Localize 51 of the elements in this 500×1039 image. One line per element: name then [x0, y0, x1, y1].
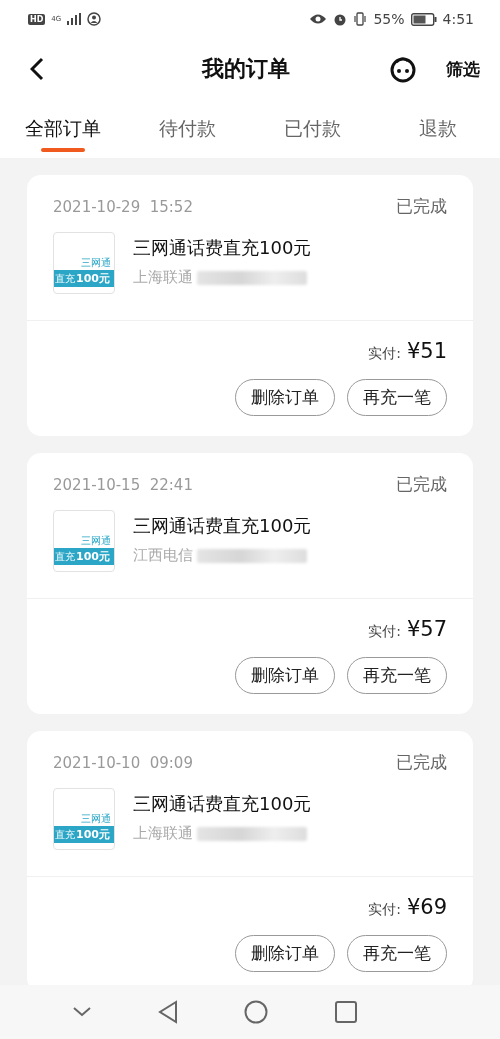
- alarm-icon: [333, 12, 348, 26]
- eye-icon: [309, 13, 328, 25]
- paid-amount: ¥57: [406, 617, 447, 641]
- carrier-label: 江西电信: [133, 546, 193, 565]
- order-tab[interactable]: 全部订单: [0, 100, 125, 158]
- order-date: 2021-10-15 22:41: [53, 475, 193, 494]
- person-icon: [87, 12, 102, 26]
- order-status: 已完成: [396, 195, 447, 218]
- thumbnail-title: 三网通: [80, 534, 112, 548]
- recharge-button[interactable]: 再充一笔: [347, 935, 447, 972]
- delete-order-button[interactable]: 删除订单: [235, 657, 335, 694]
- paid-amount: ¥51: [406, 339, 447, 363]
- paid-label: 实付:: [368, 345, 401, 363]
- home-circle-icon[interactable]: [244, 1000, 269, 1024]
- battery-icon: [410, 12, 437, 26]
- product-name: 三网通话费直充100元: [133, 236, 312, 260]
- order-status: 已完成: [396, 751, 447, 774]
- order-date: 2021-10-10 09:09: [53, 753, 193, 772]
- face-icon[interactable]: [388, 54, 418, 84]
- paid-label: 实付:: [368, 623, 401, 641]
- thumbnail-badge: 直充100元: [54, 270, 114, 287]
- thumbnail-badge: 直充100元: [54, 826, 114, 843]
- order-tab[interactable]: 已付款: [250, 100, 375, 158]
- order-tab[interactable]: 待付款: [125, 100, 250, 158]
- carrier-label: 上海联通: [133, 824, 193, 843]
- paid-amount: ¥69: [406, 895, 447, 919]
- clock: 4:51: [442, 11, 474, 27]
- recharge-button[interactable]: 再充一笔: [347, 379, 447, 416]
- battery-percent: 55%: [373, 11, 405, 27]
- paid-label: 实付:: [368, 901, 401, 919]
- thumbnail-title: 三网通: [80, 256, 112, 270]
- chevron-down-icon[interactable]: [73, 1007, 92, 1017]
- order-status: 已完成: [396, 473, 447, 496]
- order-date: 2021-10-29 15:52: [53, 197, 193, 216]
- thumbnail-badge: 直充100元: [54, 548, 114, 565]
- delete-order-button[interactable]: 删除订单: [235, 935, 335, 972]
- page-title: 我的订单: [200, 55, 291, 83]
- back-triangle-icon[interactable]: [157, 1000, 178, 1024]
- order-tab[interactable]: 退款: [375, 100, 500, 158]
- square-icon[interactable]: [334, 1001, 357, 1023]
- back-icon[interactable]: [30, 57, 44, 81]
- product-name: 三网通话费直充100元: [133, 514, 312, 538]
- recharge-button[interactable]: 再充一笔: [347, 657, 447, 694]
- filter-button[interactable]: 筛选: [446, 57, 480, 81]
- delete-order-button[interactable]: 删除订单: [235, 379, 335, 416]
- product-name: 三网通话费直充100元: [133, 792, 312, 816]
- signal-icon: [67, 13, 82, 25]
- vibrate-icon: [353, 12, 368, 26]
- hd-indicator: HD: [28, 13, 46, 25]
- carrier-label: 上海联通: [133, 268, 193, 287]
- thumbnail-title: 三网通: [80, 812, 112, 826]
